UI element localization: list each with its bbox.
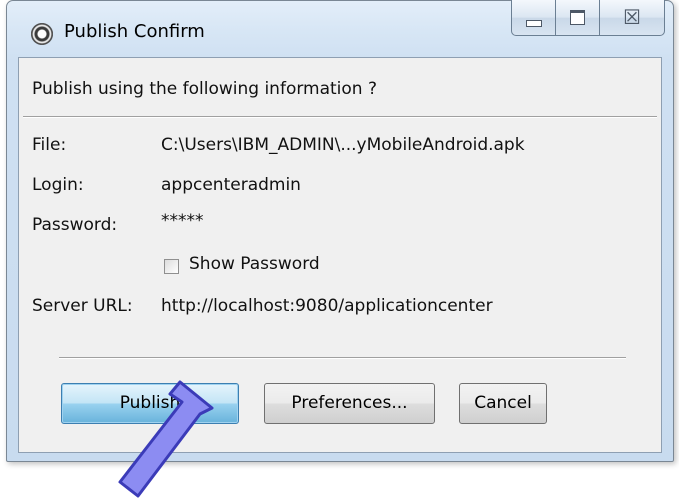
password-value: ***** (161, 211, 204, 231)
login-value: appcenteradmin (161, 175, 301, 195)
show-password-checkbox[interactable] (164, 259, 179, 274)
minimize-button[interactable] (511, 0, 555, 36)
close-icon: ☒ (623, 5, 641, 29)
show-password-label[interactable]: Show Password (189, 254, 320, 274)
file-label: File: (32, 135, 67, 155)
server-url-value: http://localhost:9080/applicationcenter (161, 296, 493, 316)
minimize-icon (526, 20, 542, 27)
window-controls: ☒ (511, 0, 665, 36)
preferences-button[interactable]: Preferences... (264, 383, 435, 424)
cancel-button[interactable]: Cancel (459, 383, 547, 424)
window-title: Publish Confirm (64, 21, 205, 42)
pointer-arrow-icon (118, 380, 214, 498)
top-separator (23, 116, 657, 118)
gear-app-icon (31, 23, 53, 45)
maximize-icon (570, 10, 585, 25)
confirm-prompt: Publish using the following information … (32, 79, 377, 99)
password-label: Password: (32, 215, 118, 235)
bottom-separator (59, 357, 626, 359)
title-bar[interactable]: Publish Confirm ☒ (7, 0, 673, 57)
server-url-label: Server URL: (32, 296, 133, 316)
publish-confirm-window: Publish Confirm ☒ Publish using the foll… (6, 0, 674, 462)
close-button[interactable]: ☒ (599, 0, 665, 36)
maximize-button[interactable] (555, 0, 599, 36)
login-label: Login: (32, 175, 84, 195)
file-value: C:\Users\IBM_ADMIN\...yMobileAndroid.apk (161, 135, 525, 155)
